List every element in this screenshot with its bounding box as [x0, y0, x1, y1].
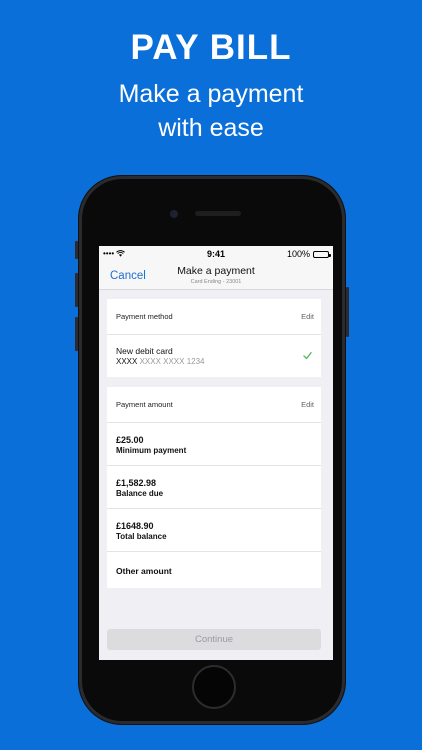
payment-amount-label: Payment amount	[116, 400, 173, 409]
continue-button[interactable]: Continue	[107, 629, 321, 650]
card-number-masked: XXXX XXXX 1234	[137, 357, 205, 366]
promo-subtitle-line-1: Make a payment	[118, 80, 304, 108]
amount-option-total-balance[interactable]: £1648.90 Total balance	[107, 509, 321, 552]
amount-label: Total balance	[116, 532, 167, 541]
volume-up-button	[75, 273, 78, 307]
earpiece-speaker	[195, 211, 241, 216]
selected-card-row[interactable]: New debit card XXXX XXXX XXXX 1234	[107, 335, 321, 377]
power-button	[346, 287, 349, 337]
payment-method-card: Payment method Edit New debit card XXXX …	[107, 299, 321, 377]
volume-down-button	[75, 317, 78, 351]
payment-method-header: Payment method Edit	[107, 299, 321, 335]
battery-icon	[313, 250, 331, 258]
amount-label: Minimum payment	[116, 446, 187, 455]
card-number: XXXX XXXX XXXX 1234	[116, 357, 205, 366]
promo-subtitle-line-2: with ease	[158, 114, 264, 142]
payment-method-edit-button[interactable]: Edit	[301, 312, 314, 321]
amount-label: Balance due	[116, 489, 164, 498]
page-title: Make a payment	[177, 265, 255, 277]
promo-headline: PAY BILL	[130, 28, 292, 67]
amount-value: £25.00	[116, 435, 144, 445]
amount-option-minimum[interactable]: £25.00 Minimum payment	[107, 423, 321, 466]
battery-percentage: 100%	[286, 249, 310, 259]
amount-value: £1,582.98	[116, 478, 157, 488]
payment-method-label: Payment method	[116, 312, 173, 321]
phone-frame: •••• 9:41 100% Cancel Make a payment Car…	[75, 175, 349, 725]
app-screen: •••• 9:41 100% Cancel Make a payment Car…	[99, 246, 333, 660]
checkmark-icon	[303, 352, 312, 360]
card-number-prefix: XXXX	[116, 357, 138, 366]
mute-switch	[75, 241, 78, 259]
amount-option-other[interactable]: Other amount	[107, 552, 321, 588]
payment-amount-edit-button[interactable]: Edit	[301, 400, 314, 409]
payment-amount-card: Payment amount Edit £25.00 Minimum payme…	[107, 387, 321, 588]
status-bar: •••• 9:41 100%	[99, 246, 333, 262]
navigation-bar: Cancel Make a payment Card Ending - 2300…	[99, 262, 333, 290]
card-name: New debit card	[116, 346, 173, 356]
payment-amount-header: Payment amount Edit	[107, 387, 321, 423]
amount-option-balance-due[interactable]: £1,582.98 Balance due	[107, 466, 321, 509]
home-button[interactable]	[192, 665, 236, 709]
phone-bezel: •••• 9:41 100% Cancel Make a payment Car…	[82, 179, 342, 721]
other-amount-label: Other amount	[116, 566, 172, 576]
front-camera	[170, 210, 178, 218]
battery-status: 100%	[286, 249, 331, 259]
page-subtitle: Card Ending - 23001	[190, 279, 242, 285]
amount-value: £1648.90	[116, 521, 154, 531]
